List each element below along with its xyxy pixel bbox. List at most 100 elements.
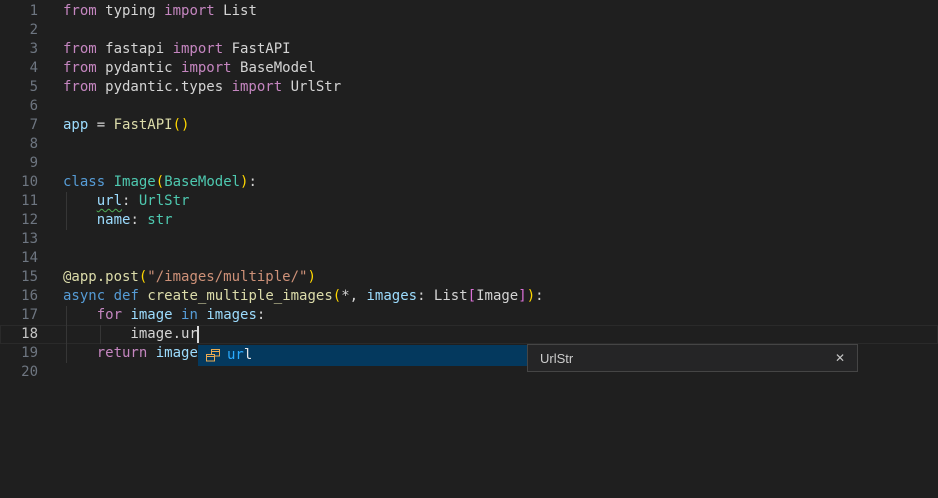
- token: : List: [417, 288, 468, 304]
- token: in: [181, 307, 198, 323]
- line-number: 15: [0, 268, 38, 287]
- line-number: 13: [0, 230, 38, 249]
- token: BaseModel: [232, 60, 316, 76]
- token: images: [367, 288, 418, 304]
- token: import: [173, 41, 224, 57]
- code-line-13[interactable]: 13: [0, 230, 938, 249]
- code-line-3[interactable]: 3 from fastapi import FastAPI: [0, 40, 938, 59]
- token: name: [97, 212, 131, 228]
- symbol-field-icon: [205, 348, 221, 364]
- token: List: [215, 3, 257, 19]
- token: UrlStr: [282, 79, 341, 95]
- line-number: 1: [0, 2, 38, 21]
- line-number: 4: [0, 59, 38, 78]
- line-number: 17: [0, 306, 38, 325]
- line-number: 18: [0, 325, 38, 344]
- line-number: 5: [0, 78, 38, 97]
- suggestion-match-text: ur: [227, 347, 244, 363]
- line-number: 12: [0, 211, 38, 230]
- line-number: 7: [0, 116, 38, 135]
- code-line-4[interactable]: 4from pydantic import BaseModel: [0, 59, 938, 78]
- code-line-7[interactable]: 7 app = FastAPI(): [0, 116, 938, 135]
- token: :: [248, 174, 256, 190]
- token: fastapi: [97, 41, 173, 57]
- code-text: app = FastAPI(): [63, 116, 189, 135]
- code-line-1[interactable]: 1 from typing import List: [0, 2, 938, 21]
- token: [105, 288, 113, 304]
- code-line-9[interactable]: 9: [0, 154, 938, 173]
- code-text: from pydantic.types import UrlStr: [63, 78, 341, 97]
- token: url: [97, 193, 122, 209]
- code-line-2[interactable]: 2: [0, 21, 938, 40]
- token: BaseModel: [164, 174, 240, 190]
- code-line-5[interactable]: 5 from pydantic.types import UrlStr: [0, 78, 938, 97]
- token: FastAPI: [223, 41, 290, 57]
- code-text: url: UrlStr: [63, 192, 189, 211]
- token: pydantic.types: [97, 79, 232, 95]
- token: image: [156, 345, 198, 361]
- code-text: return image: [63, 344, 198, 363]
- token: class: [63, 174, 105, 190]
- token: Image: [114, 174, 156, 190]
- code-text: from typing import List: [63, 2, 257, 21]
- token: UrlStr: [139, 193, 190, 209]
- code-line-6[interactable]: 6: [0, 97, 938, 116]
- token: import: [164, 3, 215, 19]
- text-cursor: [197, 326, 199, 343]
- token: *,: [341, 288, 366, 304]
- code-text: class Image(BaseModel):: [63, 173, 257, 192]
- token: ): [527, 288, 535, 304]
- token: [63, 307, 97, 323]
- code-line-12[interactable]: 12 name: str: [0, 211, 938, 230]
- close-icon[interactable]: ✕: [835, 349, 845, 368]
- line-number: 20: [0, 363, 38, 382]
- suggestion-doc-text: UrlStr: [540, 349, 573, 368]
- token: for: [97, 307, 122, 323]
- code-text: from fastapi import FastAPI: [63, 40, 291, 59]
- code-line-8[interactable]: 8: [0, 135, 938, 154]
- token: import: [232, 79, 283, 95]
- token: ]: [518, 288, 526, 304]
- code-text: image.ur: [63, 325, 198, 344]
- token: "/images/multiple/": [147, 269, 307, 285]
- token: from: [63, 79, 97, 95]
- line-number: 19: [0, 344, 38, 363]
- token: FastAPI: [114, 117, 173, 133]
- token: [105, 174, 113, 190]
- token: [63, 193, 97, 209]
- token: def: [114, 288, 139, 304]
- token: app: [63, 117, 88, 133]
- code-line-16[interactable]: 16async def create_multiple_images(*, im…: [0, 287, 938, 306]
- token: [63, 345, 97, 361]
- code-line-10[interactable]: 10 class Image(BaseModel):: [0, 173, 938, 192]
- line-number: 16: [0, 287, 38, 306]
- code-text: @app.post("/images/multiple/"): [63, 268, 316, 287]
- token: image: [130, 307, 172, 323]
- token: [63, 212, 97, 228]
- code-line-14[interactable]: 14: [0, 249, 938, 268]
- token: image.ur: [63, 326, 198, 342]
- suggestion-label: url: [227, 346, 252, 365]
- token: from: [63, 41, 97, 57]
- code-line-15[interactable]: 15 @app.post("/images/multiple/"): [0, 268, 938, 287]
- code-line-18[interactable]: 18 image.ur: [0, 325, 938, 344]
- line-number: 8: [0, 135, 38, 154]
- line-number: 6: [0, 97, 38, 116]
- token: create_multiple_images: [147, 288, 332, 304]
- code-line-17[interactable]: 17 for image in images:: [0, 306, 938, 325]
- token: ): [307, 269, 315, 285]
- line-number: 9: [0, 154, 38, 173]
- code-editor[interactable]: 1 from typing import List 23 from fastapi i…: [0, 0, 938, 498]
- code-line-11[interactable]: 11 url: UrlStr: [0, 192, 938, 211]
- suggestion-item-url[interactable]: url: [198, 345, 527, 366]
- token: :: [122, 193, 139, 209]
- line-number: 10: [0, 173, 38, 192]
- token: typing: [97, 3, 164, 19]
- token: (): [173, 117, 190, 133]
- suggestion-docs-panel: UrlStr ✕: [527, 344, 858, 372]
- token: (: [156, 174, 164, 190]
- line-number: 2: [0, 21, 38, 40]
- token: [: [468, 288, 476, 304]
- token: from: [63, 60, 97, 76]
- line-number: 3: [0, 40, 38, 59]
